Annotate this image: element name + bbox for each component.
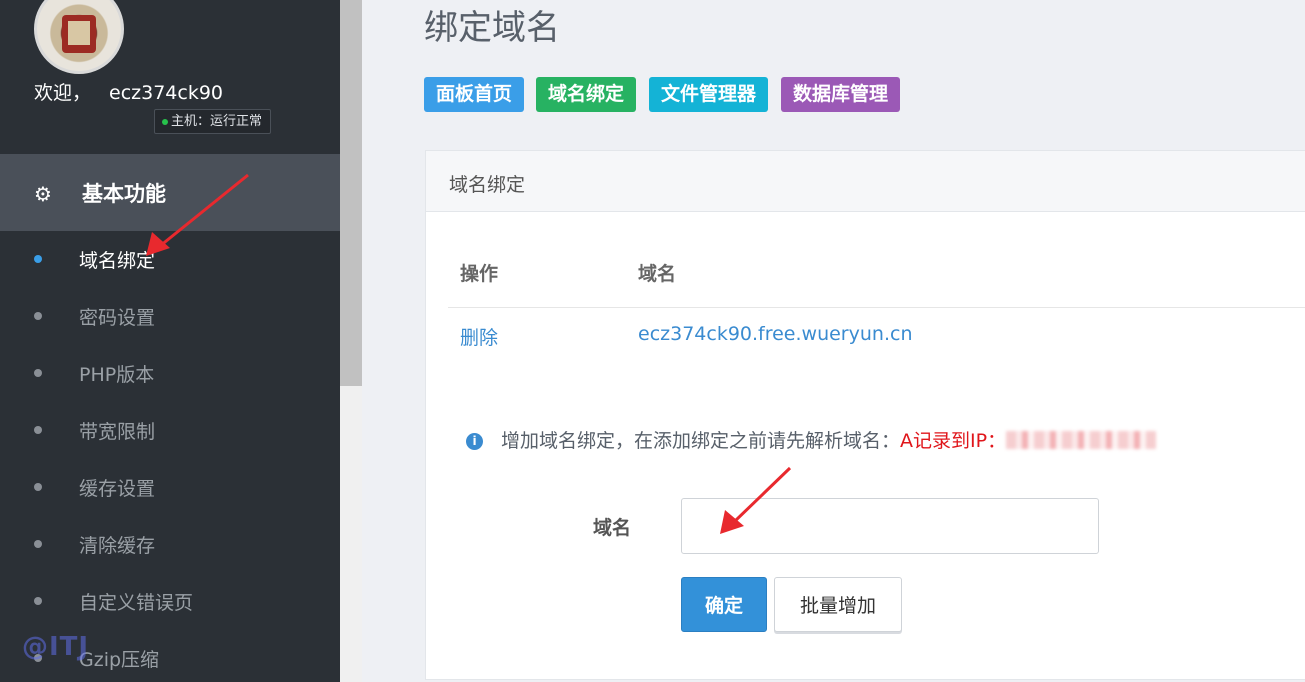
redacted-ip xyxy=(1006,431,1157,449)
file-manager-button[interactable]: 文件管理器 xyxy=(649,77,769,112)
info-message: i 增加域名绑定，在添加绑定之前请先解析域名：A记录到IP： xyxy=(466,426,1157,453)
sidebar-item-clear-cache[interactable]: 清除缓存 xyxy=(0,516,340,573)
batch-add-button[interactable]: 批量增加 xyxy=(774,577,902,632)
info-ip-label: A记录到IP： xyxy=(900,430,1007,452)
bullet-icon xyxy=(34,426,42,434)
bullet-icon xyxy=(34,369,42,377)
panel-title: 域名绑定 xyxy=(449,174,526,196)
sidebar-scrollbar-thumb[interactable] xyxy=(340,0,362,386)
bullet-icon xyxy=(34,312,42,320)
sidebar-item-label: 自定义错误页 xyxy=(79,592,194,614)
domain-link[interactable]: ecz374ck90.free.wueryun.cn xyxy=(638,323,912,345)
sidebar-item-label: 带宽限制 xyxy=(79,421,156,443)
sidebar-item-label: Gzip压缩 xyxy=(79,649,160,671)
sidebar-item-cache-settings[interactable]: 缓存设置 xyxy=(0,459,340,516)
status-dot-icon xyxy=(162,119,168,125)
section-basic-functions[interactable]: ⚙ 基本功能 xyxy=(0,154,340,231)
bullet-icon xyxy=(34,540,42,548)
panel-home-button[interactable]: 面板首页 xyxy=(424,77,525,112)
domain-input[interactable] xyxy=(681,498,1099,554)
sidebar-item-password[interactable]: 密码设置 xyxy=(0,288,340,345)
page-title: 绑定域名 xyxy=(424,8,560,48)
column-header-domain: 域名 xyxy=(638,263,677,285)
domain-binding-button[interactable]: 域名绑定 xyxy=(536,77,637,112)
sidebar-item-bandwidth[interactable]: 带宽限制 xyxy=(0,402,340,459)
sidebar-item-domain-binding[interactable]: 域名绑定 xyxy=(0,231,340,288)
username: ecz374ck90 xyxy=(109,82,224,104)
domain-binding-panel: 域名绑定 操作 域名 删除 ecz374ck90.free.wueryun.cn… xyxy=(425,150,1305,680)
bullet-icon xyxy=(34,255,42,263)
database-manager-button[interactable]: 数据库管理 xyxy=(781,77,901,112)
welcome-text: 欢迎， ecz374ck90 xyxy=(34,78,223,105)
confirm-button[interactable]: 确定 xyxy=(681,577,767,632)
info-text: 增加域名绑定，在添加绑定之前请先解析域名： xyxy=(501,430,901,452)
sidebar-item-label: 域名绑定 xyxy=(79,250,156,272)
column-header-action: 操作 xyxy=(460,263,499,285)
avatar[interactable] xyxy=(34,0,124,74)
gears-icon: ⚙ xyxy=(34,182,52,206)
sidebar-item-error-pages[interactable]: 自定义错误页 xyxy=(0,573,340,630)
avatar-mug-face xyxy=(68,21,90,45)
table-divider xyxy=(448,307,1305,308)
sidebar-item-label: 清除缓存 xyxy=(79,535,156,557)
sidebar-item-label: PHP版本 xyxy=(79,364,155,386)
host-status-badge: 主机：运行正常 xyxy=(154,109,272,134)
profile-area: 欢迎， ecz374ck90 主机：运行正常 xyxy=(0,0,340,154)
welcome-label: 欢迎， xyxy=(34,82,92,104)
watermark: @ITJ xyxy=(22,632,90,662)
delete-link[interactable]: 删除 xyxy=(460,323,498,350)
bullet-icon xyxy=(34,597,42,605)
sidebar-menu: 域名绑定 密码设置 PHP版本 带宽限制 缓存设置 清除缓存 自定义错误页 Gz… xyxy=(0,231,340,682)
sidebar-item-label: 密码设置 xyxy=(79,307,156,329)
panel-header: 域名绑定 xyxy=(426,151,1305,212)
sidebar: 欢迎， ecz374ck90 主机：运行正常 ⚙ 基本功能 域名绑定 密码设置 P… xyxy=(0,0,340,682)
domain-field-label: 域名 xyxy=(593,517,632,539)
section-title: 基本功能 xyxy=(82,182,166,206)
sidebar-item-php-version[interactable]: PHP版本 xyxy=(0,345,340,402)
info-icon: i xyxy=(466,433,483,450)
sidebar-item-label: 缓存设置 xyxy=(79,478,156,500)
bullet-icon xyxy=(34,483,42,491)
host-status-text: 主机：运行正常 xyxy=(171,114,263,129)
